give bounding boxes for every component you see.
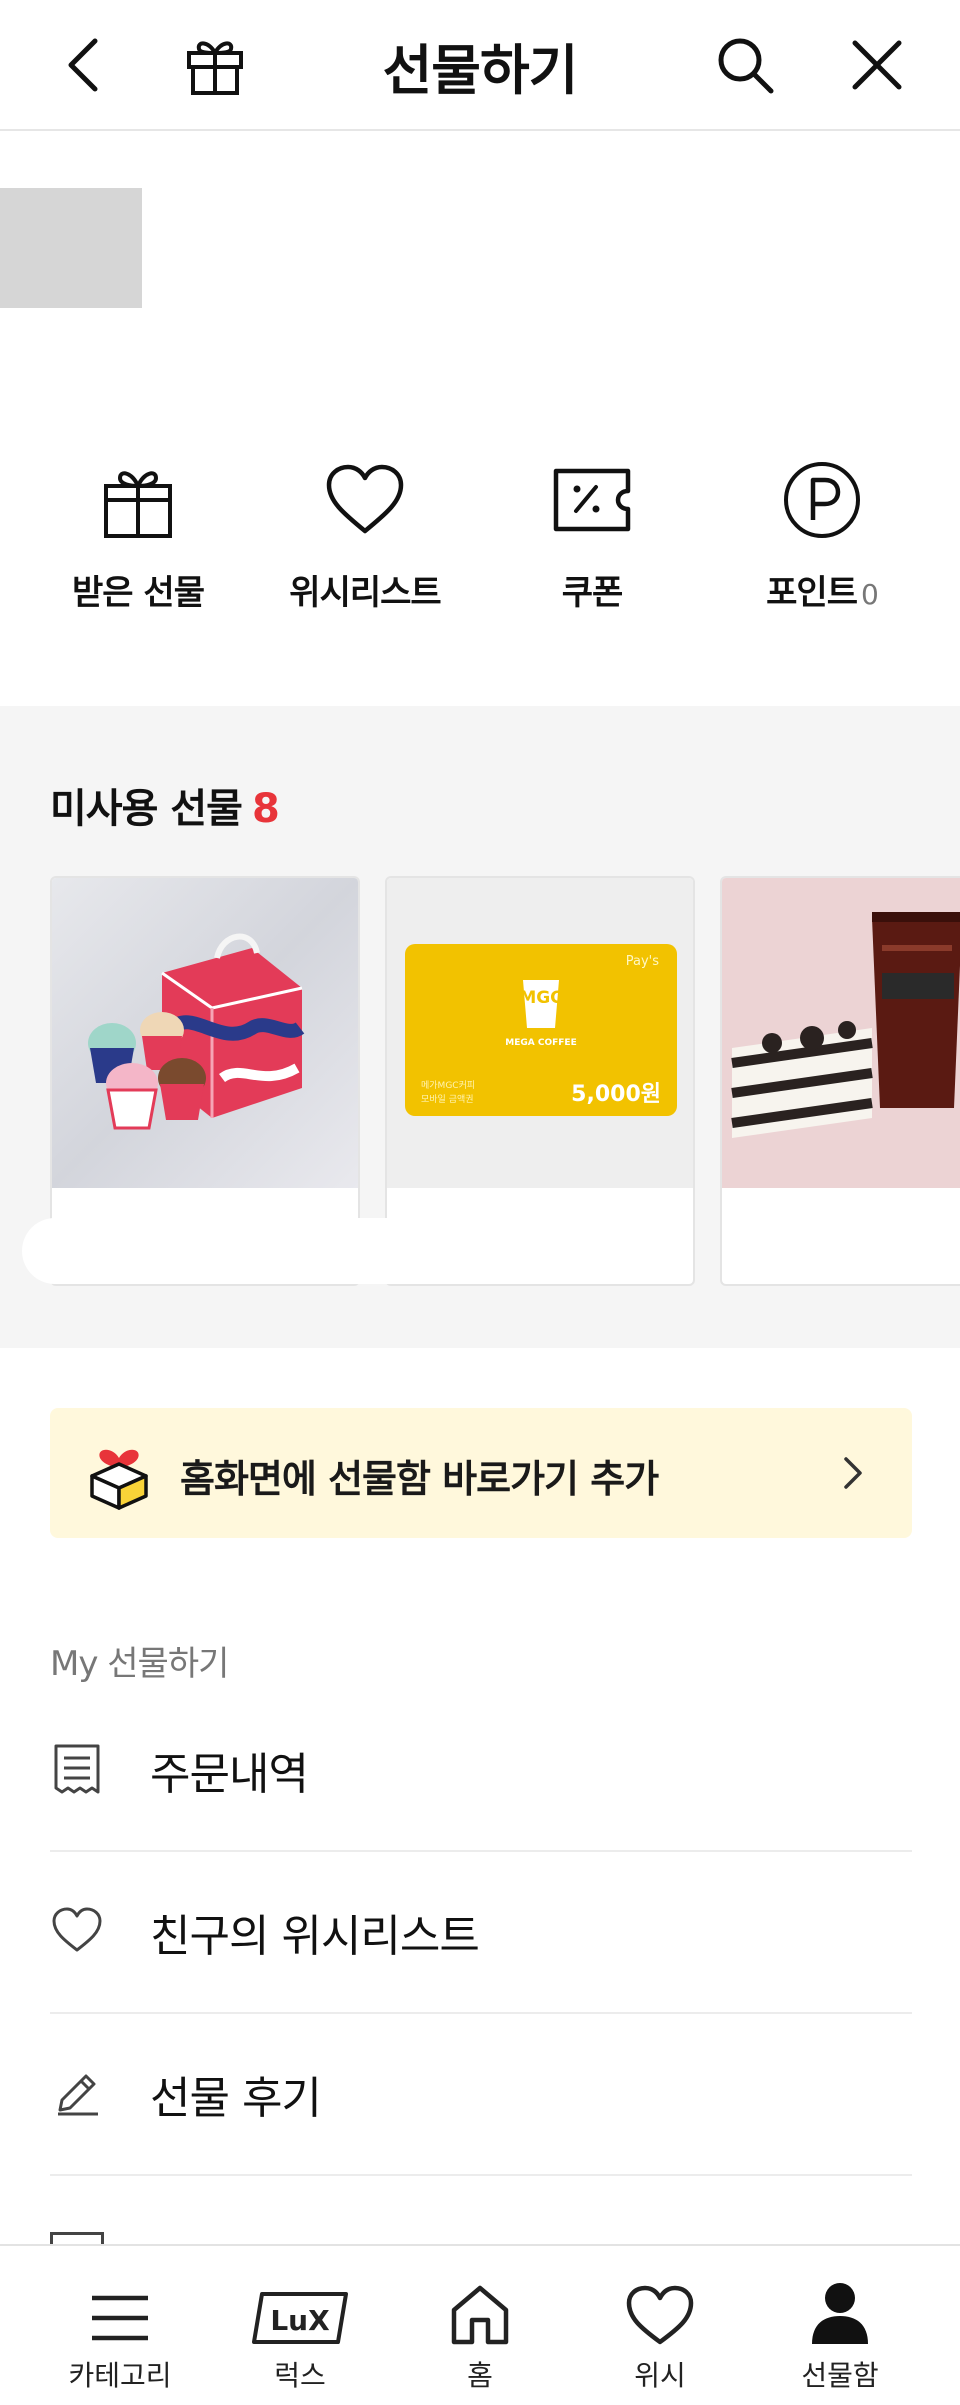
gift-card-image: Pay's MGC MEGA COFFEE 메가MGC커피 모바일 금액권 5,… <box>387 878 693 1188</box>
chevron-right-icon <box>832 1453 872 1493</box>
home-shortcut-banner[interactable]: 홈화면에 선물함 바로가기 추가 <box>50 1408 912 1538</box>
unused-gifts-section: 미사용 선물 8 Pay's MGC MEGA COFFEE 메가MGC커피 모… <box>0 706 960 1348</box>
gift-voucher: Pay's MGC MEGA COFFEE 메가MGC커피 모바일 금액권 5,… <box>405 944 677 1116</box>
nav-label: 위시 <box>634 2359 686 2392</box>
pay-badge: Pay's <box>625 954 659 969</box>
bottom-navigation: 카테고리 LuX 럭스 홈 위시 선물함 <box>0 2244 960 2405</box>
banner-text: 홈화면에 선물함 바로가기 추가 <box>180 1457 659 1501</box>
voucher-amount: 5,000원 <box>571 1082 661 1107</box>
menu-icon <box>30 2246 210 2346</box>
quick-item-coupon[interactable]: 쿠폰 <box>477 455 707 614</box>
nav-item-wish[interactable]: 위시 <box>570 2246 750 2405</box>
quick-item-label: 쿠폰 <box>561 573 624 613</box>
menu-row-gift-review[interactable]: 선물 후기 <box>50 2014 912 2176</box>
gift-name-placeholder <box>22 1218 562 1284</box>
lux-badge-text: LuX <box>270 2304 330 2337</box>
heart-icon <box>250 455 480 545</box>
quick-item-received-gifts[interactable]: 받은 선물 <box>23 455 253 614</box>
voucher-line-2: 모바일 금액권 <box>421 1095 474 1105</box>
quick-item-wishlist[interactable]: 위시리스트 <box>250 455 480 614</box>
receipt-icon <box>50 1742 104 1796</box>
search-icon[interactable] <box>710 30 780 100</box>
menu-row-label: 선물 후기 <box>150 2073 322 2124</box>
quick-item-label: 위시리스트 <box>289 573 441 613</box>
heart-nav-icon <box>570 2246 750 2346</box>
quick-item-label: 포인트 <box>766 573 858 613</box>
point-icon <box>707 455 937 545</box>
menu-row-order-history[interactable]: 주문내역 <box>50 1690 912 1852</box>
nav-item-home[interactable]: 홈 <box>390 2246 570 2405</box>
unused-gift-count: 8 <box>251 786 280 832</box>
nav-item-gift-box[interactable]: 선물함 <box>750 2246 930 2405</box>
quick-menu: 받은 선물 위시리스트 쿠폰 포인트 0 <box>0 455 960 635</box>
close-icon[interactable] <box>842 30 912 100</box>
quick-item-label: 받은 선물 <box>72 573 205 613</box>
nav-label: 홈 <box>467 2359 493 2392</box>
gift-box-icon <box>23 455 253 545</box>
pencil-icon <box>50 2066 104 2120</box>
nav-label: 카테고리 <box>68 2359 172 2392</box>
brand-logo-text: MGC <box>519 988 563 1008</box>
coupon-icon <box>477 455 707 545</box>
quick-item-point[interactable]: 포인트 0 <box>707 455 937 614</box>
my-section-title: My 선물하기 <box>50 1644 229 1684</box>
nav-item-category[interactable]: 카테고리 <box>30 2246 210 2405</box>
brand-subtitle: MEGA COFFEE <box>505 1038 577 1048</box>
heart-outline-icon <box>50 1904 104 1958</box>
lux-icon: LuX <box>210 2246 390 2346</box>
nav-label: 선물함 <box>801 2359 879 2392</box>
nav-item-lux[interactable]: LuX 럭스 <box>210 2246 390 2405</box>
voucher-line-1: 메가MGC커피 <box>421 1081 476 1091</box>
cake-coffee-image <box>722 878 960 1188</box>
profile-avatar-placeholder <box>0 188 142 308</box>
ice-cream-image <box>52 878 358 1188</box>
menu-row-label: 친구의 위시리스트 <box>150 1911 480 1962</box>
section-title: 미사용 선물 8 <box>50 786 280 832</box>
menu-row-label: 주문내역 <box>150 1749 309 1800</box>
person-icon <box>750 2246 930 2346</box>
home-icon <box>390 2246 570 2346</box>
gift-card-cake-coffee[interactable] <box>720 876 960 1286</box>
gift-box-heart-icon <box>84 1436 154 1510</box>
nav-label: 럭스 <box>274 2359 326 2392</box>
top-header: 선물하기 <box>0 0 960 131</box>
page-title: 선물하기 <box>382 39 579 102</box>
menu-row-friends-wishlist[interactable]: 친구의 위시리스트 <box>50 1852 912 2014</box>
point-count: 0 <box>861 578 879 611</box>
